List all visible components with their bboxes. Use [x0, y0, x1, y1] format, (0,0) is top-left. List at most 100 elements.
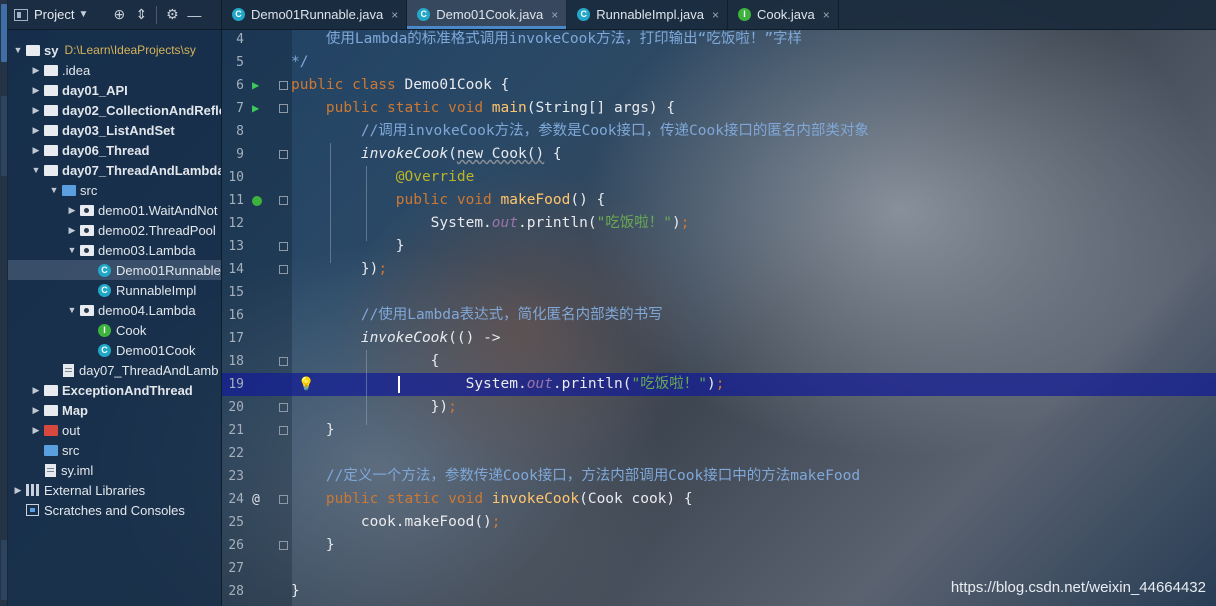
expand-arrow-icon[interactable]: ▼ [66, 245, 78, 255]
tree-item[interactable]: ▼ demo03.Lambda [8, 240, 221, 260]
collapse-arrow-icon[interactable]: ▶ [30, 65, 42, 76]
code-line[interactable]: 27 [222, 557, 1216, 580]
tree-item[interactable]: ▶ day06_Thread [8, 140, 221, 160]
collapse-arrow-icon[interactable]: ▶ [30, 405, 42, 416]
code-line[interactable]: 22 [222, 442, 1216, 465]
collapse-arrow-icon[interactable]: ▶ [66, 225, 78, 236]
fold-marker-icon[interactable] [279, 541, 288, 550]
collapse-arrow-icon[interactable]: ▶ [12, 485, 24, 496]
tree-item[interactable]: ▼ day07_ThreadAndLambda [8, 160, 221, 180]
locate-icon[interactable]: ⊕ [108, 6, 130, 23]
tree-item[interactable]: ▼ demo04.Lambda [8, 300, 221, 320]
code-line[interactable]: 21 } [222, 419, 1216, 442]
tree-item-label: Scratches and Consoles [44, 502, 185, 518]
collapse-arrow-icon[interactable]: ▶ [30, 125, 42, 136]
code-line[interactable]: 6 ▶ public class Demo01Cook { [222, 74, 1216, 97]
close-icon[interactable]: × [391, 8, 398, 22]
code-line[interactable]: 23 //定义一个方法，参数传递Cook接口，方法内部调用Cook接口中的方法m… [222, 465, 1216, 488]
run-icon[interactable]: ▶ [252, 74, 259, 97]
code-line[interactable]: 11 public void makeFood() { [222, 189, 1216, 212]
expand-arrow-icon[interactable]: ▼ [12, 45, 24, 55]
collapse-arrow-icon[interactable]: ▶ [30, 425, 42, 436]
tree-item[interactable]: ▶ demo02.ThreadPool [8, 220, 221, 240]
code-line[interactable]: 26 } [222, 534, 1216, 557]
code-line[interactable]: 20 }); [222, 396, 1216, 419]
fold-marker-icon[interactable] [279, 495, 288, 504]
collapse-arrow-icon[interactable]: ▶ [30, 145, 42, 156]
fold-marker-icon[interactable] [279, 403, 288, 412]
tree-item[interactable]: C RunnableImpl [8, 280, 221, 300]
fold-marker-icon[interactable] [279, 150, 288, 159]
code-line[interactable]: 16 //使用Lambda表达式，简化匿名内部类的书写 [222, 304, 1216, 327]
annotation-marker-icon[interactable]: @ [252, 488, 260, 511]
tree-item[interactable]: C Demo01Runnable [8, 260, 221, 280]
implements-icon[interactable] [252, 189, 262, 214]
code-line[interactable]: 19 💡 System.out.println("吃饭啦！"); [222, 373, 1216, 396]
fold-marker-icon[interactable] [279, 357, 288, 366]
tree-item[interactable]: ▶ Map [8, 400, 221, 420]
expand-arrow-icon[interactable]: ▼ [30, 165, 42, 175]
collapse-arrow-icon[interactable]: ▶ [30, 85, 42, 96]
favorites-tool-tab[interactable] [1, 540, 7, 600]
tree-item[interactable]: C Demo01Cook [8, 340, 221, 360]
fold-marker-icon[interactable] [279, 196, 288, 205]
tree-item[interactable]: ▶ out [8, 420, 221, 440]
collapse-all-icon[interactable]: ⇕ [130, 6, 152, 23]
hide-panel-icon[interactable]: — [183, 7, 205, 23]
editor-tab[interactable]: C Demo01Cook.java × [407, 0, 568, 29]
close-icon[interactable]: × [712, 8, 719, 22]
line-number: 24 [228, 492, 244, 507]
project-tool-tab[interactable] [1, 4, 7, 62]
tree-item[interactable]: I Cook [8, 320, 221, 340]
fold-marker-icon[interactable] [279, 104, 288, 113]
code-line[interactable]: 24 @ public static void invokeCook(Cook c… [222, 488, 1216, 511]
close-icon[interactable]: × [823, 8, 830, 22]
editor-tab[interactable]: C RunnableImpl.java × [567, 0, 728, 29]
fold-marker-icon[interactable] [279, 265, 288, 274]
code-line[interactable]: 5 */ [222, 51, 1216, 74]
expand-arrow-icon[interactable]: ▼ [48, 185, 60, 195]
code-line[interactable]: 15 [222, 281, 1216, 304]
code-line[interactable]: 18 { [222, 350, 1216, 373]
tree-item[interactable]: ▶ day01_API [8, 80, 221, 100]
code-token: invokeCook [360, 146, 449, 162]
expand-arrow-icon[interactable]: ▼ [66, 305, 78, 315]
code-line[interactable]: 4 使用Lambda的标准格式调用invokeCook方法，打印输出“吃饭啦！”… [222, 28, 1216, 51]
tree-item[interactable]: sy.iml [8, 460, 221, 480]
code-line[interactable]: 25 cook.makeFood(); [222, 511, 1216, 534]
tree-item[interactable]: ▼ src [8, 180, 221, 200]
fold-marker-icon[interactable] [279, 426, 288, 435]
tree-item[interactable]: day07_ThreadAndLamb [8, 360, 221, 380]
tree-item-label: demo01.WaitAndNot [98, 202, 218, 218]
code-line[interactable]: 7 ▶ public static void main(String[] args… [222, 97, 1216, 120]
code-line[interactable]: 12 System.out.println("吃饭啦！"); [222, 212, 1216, 235]
collapse-arrow-icon[interactable]: ▶ [30, 105, 42, 116]
code-line[interactable]: 17 invokeCook(() -> [222, 327, 1216, 350]
code-line[interactable]: 13 } [222, 235, 1216, 258]
editor-tab[interactable]: I Cook.java × [728, 0, 839, 29]
code-line[interactable]: 10 @Override [222, 166, 1216, 189]
close-icon[interactable]: × [551, 8, 558, 22]
code-line[interactable]: 9 invokeCook(new Cook() { [222, 143, 1216, 166]
gear-icon[interactable]: ⚙ [161, 6, 183, 23]
code-line[interactable]: 14 }); [222, 258, 1216, 281]
code-line[interactable]: 8 //调用invokeCook方法，参数是Cook接口，传递Cook接口的匿名… [222, 120, 1216, 143]
tree-item[interactable]: ▶ demo01.WaitAndNot [8, 200, 221, 220]
project-view-selector[interactable]: Project [34, 7, 74, 22]
tree-item[interactable]: ▶ ExceptionAndThread [8, 380, 221, 400]
tree-item[interactable]: src [8, 440, 221, 460]
collapse-arrow-icon[interactable]: ▶ [30, 385, 42, 396]
chevron-down-icon[interactable]: ▼ [78, 9, 88, 20]
fold-marker-icon[interactable] [279, 242, 288, 251]
tree-item[interactable]: ▶ day03_ListAndSet [8, 120, 221, 140]
tree-item[interactable]: ▼ sy D:\Learn\IdeaProjects\sy [8, 40, 221, 60]
tree-item[interactable]: ▶ External Libraries [8, 480, 221, 500]
tree-item[interactable]: ▶ .idea [8, 60, 221, 80]
run-icon[interactable]: ▶ [252, 97, 259, 120]
fold-marker-icon[interactable] [279, 81, 288, 90]
editor-tab[interactable]: C Demo01Runnable.java × [222, 0, 408, 29]
collapse-arrow-icon[interactable]: ▶ [66, 205, 78, 216]
tree-item[interactable]: Scratches and Consoles [8, 500, 221, 520]
structure-tool-tab[interactable] [1, 96, 7, 176]
tree-item[interactable]: ▶ day02_CollectionAndRefle [8, 100, 221, 120]
